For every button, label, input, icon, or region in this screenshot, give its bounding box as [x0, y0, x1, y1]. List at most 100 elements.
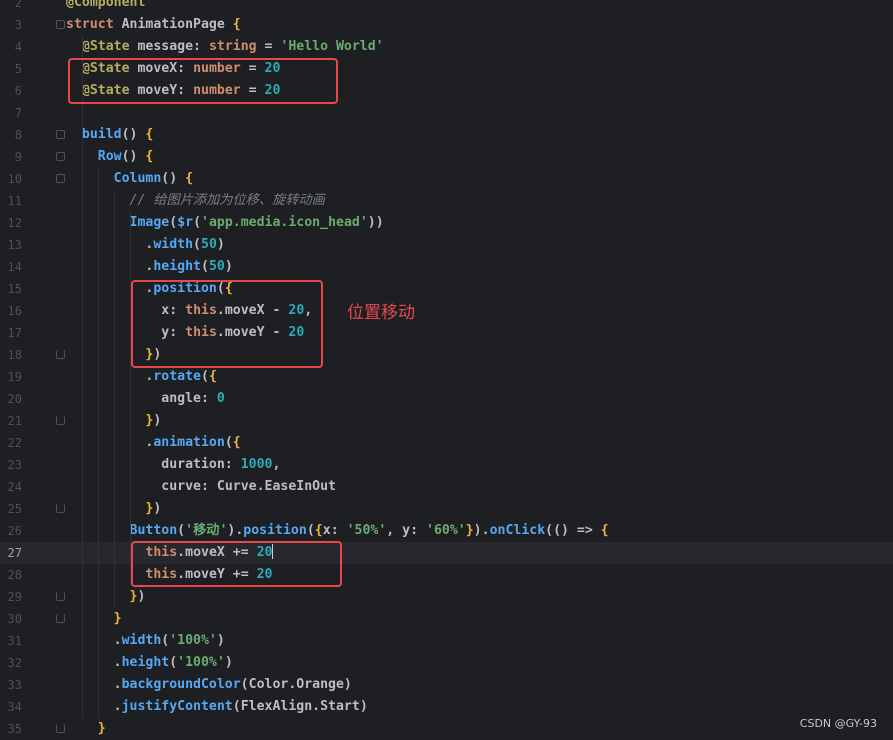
code-text: .width('100%') — [66, 630, 225, 652]
code-line[interactable]: 13 .width(50) — [0, 234, 893, 256]
code-text: Row() { — [66, 146, 154, 168]
code-token: ( — [177, 523, 186, 538]
fold-marker-icon[interactable] — [56, 350, 65, 359]
code-token: . — [66, 699, 122, 714]
fold-marker-icon[interactable] — [56, 20, 65, 29]
code-line[interactable]: 31 .width('100%') — [0, 630, 893, 652]
code-token: => — [576, 523, 601, 538]
code-token: , — [272, 457, 281, 472]
code-editor[interactable]: 2 @Component 3 struct AnimationPage {4 @Sta… — [0, 0, 893, 740]
code-line[interactable]: 3 struct AnimationPage { — [0, 14, 893, 36]
code-token: : — [200, 391, 217, 406]
code-token: ( — [306, 523, 315, 538]
code-token: 0 — [216, 391, 225, 406]
fold-marker-icon[interactable] — [56, 504, 65, 513]
line-number: 32 — [7, 656, 22, 670]
code-token: : — [224, 457, 241, 472]
code-line[interactable]: 33 .backgroundColor(Color.Orange) — [0, 674, 893, 696]
line-number: 18 — [7, 348, 22, 362]
code-line[interactable]: 32 .height('100%') — [0, 652, 893, 674]
code-line[interactable]: 23 duration: 1000, — [0, 454, 893, 476]
code-line[interactable]: 7 — [0, 102, 893, 124]
code-line[interactable]: 19 .rotate({ — [0, 366, 893, 388]
code-token: { — [232, 17, 241, 32]
line-number: 21 — [7, 414, 22, 428]
code-token: '100%' — [169, 633, 217, 648]
highlight-state-vars — [68, 58, 338, 104]
code-line[interactable]: 8 build() { — [0, 124, 893, 146]
code-text: @State message: string = 'Hello World' — [66, 36, 384, 58]
code-line[interactable]: 34 .justifyContent(FlexAlign.Start) — [0, 696, 893, 718]
code-line[interactable]: 20 angle: 0 — [0, 388, 893, 410]
code-token: '移动' — [185, 523, 228, 538]
code-text: @Component — [66, 0, 145, 14]
code-line[interactable]: 29 }) — [0, 586, 893, 608]
highlight-onclick-body — [131, 541, 342, 587]
code-line[interactable]: 12 Image($r('app.media.icon_head')) — [0, 212, 893, 234]
code-token: '60%' — [426, 523, 466, 538]
line-number: 19 — [7, 370, 22, 384]
code-token: Column — [113, 171, 162, 186]
code-text: struct AnimationPage { — [66, 14, 241, 36]
code-token: height — [153, 259, 201, 274]
code-token: ( — [169, 655, 178, 670]
code-line[interactable]: 35 } — [0, 718, 893, 740]
code-line[interactable]: 25 }) — [0, 498, 893, 520]
fold-marker-icon[interactable] — [56, 130, 65, 139]
code-line[interactable]: 21 }) — [0, 410, 893, 432]
code-token: () — [121, 149, 146, 164]
line-number: 8 — [14, 128, 22, 142]
code-text: .width(50) — [66, 234, 224, 256]
line-number: 28 — [7, 568, 22, 582]
line-number: 25 — [7, 502, 22, 516]
line-number: 20 — [7, 392, 22, 406]
code-token: = — [256, 39, 281, 54]
code-line[interactable]: 10 Column() { — [0, 168, 893, 190]
code-text: angle: 0 — [66, 388, 225, 410]
fold-marker-icon[interactable] — [56, 152, 65, 161]
fold-marker-icon[interactable] — [56, 416, 65, 425]
code-line[interactable]: 22 .animation({ — [0, 432, 893, 454]
code-token: { — [600, 523, 609, 538]
code-line[interactable]: 14 .height(50) — [0, 256, 893, 278]
code-line[interactable]: 9 Row() { — [0, 146, 893, 168]
code-line[interactable]: 30 } — [0, 608, 893, 630]
code-token: . — [66, 633, 122, 648]
fold-marker-icon[interactable] — [56, 174, 65, 183]
line-number: 15 — [7, 282, 22, 296]
csdn-watermark: CSDN @GY-93 — [799, 717, 877, 730]
code-token: Image — [129, 215, 170, 230]
code-line[interactable]: 11 // 给图片添加为位移、旋转动画 — [0, 190, 893, 212]
line-number: 14 — [7, 260, 22, 274]
fold-marker-icon[interactable] — [56, 614, 65, 623]
code-token: AnimationPage — [121, 17, 233, 32]
line-number: 29 — [7, 590, 22, 604]
code-token: Start — [320, 699, 360, 714]
indent-guide — [82, 36, 83, 718]
code-token: { — [145, 149, 154, 164]
code-token: . — [66, 655, 122, 670]
code-text: .height(50) — [66, 256, 233, 278]
code-text: .height('100%') — [66, 652, 233, 674]
code-token: width — [153, 237, 194, 252]
fold-marker-icon[interactable] — [56, 724, 65, 733]
code-line[interactable]: 4 @State message: string = 'Hello World' — [0, 36, 893, 58]
code-line[interactable]: 2 @Component — [0, 0, 893, 14]
code-token: () — [121, 127, 146, 142]
code-token: 50 — [201, 237, 217, 252]
code-line[interactable]: 26 Button('移动').position({x: '50%', y: '… — [0, 520, 893, 542]
code-text: }) — [66, 586, 146, 608]
fold-marker-icon[interactable] — [56, 592, 65, 601]
code-token: ) — [224, 655, 233, 670]
indent-guide — [114, 190, 115, 608]
code-token: x — [322, 523, 331, 538]
code-token: ) — [224, 259, 233, 274]
line-number: 17 — [7, 326, 22, 340]
code-text: Button('移动').position({x: '50%', y: '60%… — [66, 520, 609, 542]
code-token: Orange — [296, 677, 344, 692]
code-line[interactable]: 24 curve: Curve.EaseInOut — [0, 476, 893, 498]
code-token: y — [402, 523, 411, 538]
indent-guide — [130, 212, 131, 586]
line-number: 2 — [14, 0, 22, 10]
